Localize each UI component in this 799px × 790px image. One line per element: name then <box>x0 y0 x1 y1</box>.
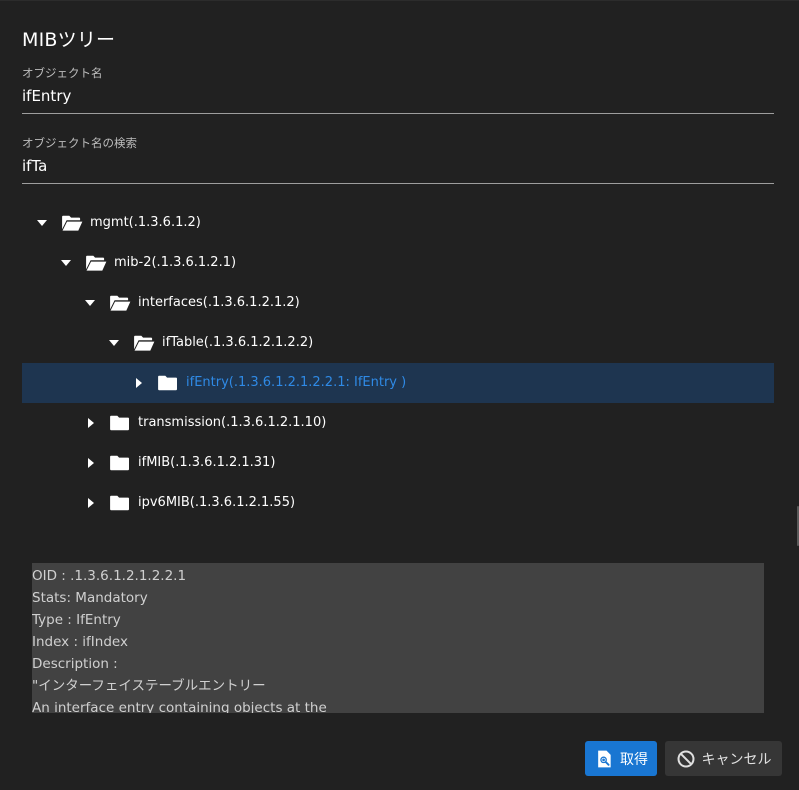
tree-node-transmission[interactable]: transmission(.1.3.6.1.2.1.10) <box>22 403 774 443</box>
collapse-toggle-icon[interactable] <box>35 216 49 230</box>
folder-open-icon <box>86 255 107 271</box>
object-name-input[interactable] <box>22 85 774 114</box>
info-line-description-en: An interface entry containing objects at… <box>32 700 327 713</box>
info-line-stats: Stats: Mandatory <box>32 590 148 606</box>
folder-open-icon <box>134 335 155 351</box>
mib-tree-dialog: MIBツリー オブジェクト名 オブジェクト名の検索 mgmt(.1.3.6.1.… <box>0 0 799 790</box>
get-button-label: 取得 <box>620 751 648 768</box>
expand-toggle-icon[interactable] <box>132 376 146 390</box>
object-search-field: オブジェクト名の検索 <box>22 135 774 184</box>
folder-open-icon <box>62 215 83 231</box>
tree-node-label: mgmt(.1.3.6.1.2) <box>90 215 201 230</box>
tree-node-label: ifTable(.1.3.6.1.2.1.2.2) <box>162 335 314 350</box>
tree-node-mib-2[interactable]: mib-2(.1.3.6.1.2.1) <box>22 243 774 283</box>
collapse-toggle-icon[interactable] <box>59 256 73 270</box>
tree-node-ifentry[interactable]: ifEntry(.1.3.6.1.2.1.2.2.1: IfEntry ) <box>22 363 774 403</box>
tree-node-ipv6mib[interactable]: ipv6MIB(.1.3.6.1.2.1.55) <box>22 483 774 523</box>
mib-tree: mgmt(.1.3.6.1.2) mib-2(.1.3.6.1.2.1) int… <box>22 203 774 523</box>
collapse-toggle-icon[interactable] <box>107 336 121 350</box>
tree-node-ifmib[interactable]: ifMIB(.1.3.6.1.2.1.31) <box>22 443 774 483</box>
info-line-index: Index : ifIndex <box>32 634 128 650</box>
tree-node-mgmt[interactable]: mgmt(.1.3.6.1.2) <box>22 203 774 243</box>
info-line-oid: OID : .1.3.6.1.2.1.2.2.1 <box>32 568 187 584</box>
tree-node-label: mib-2(.1.3.6.1.2.1) <box>114 255 237 270</box>
object-info-panel[interactable]: OID : .1.3.6.1.2.1.2.2.1 Stats: Mandator… <box>32 563 764 713</box>
dialog-title: MIBツリー <box>22 29 116 51</box>
tree-node-label: ipv6MIB(.1.3.6.1.2.1.55) <box>138 495 296 510</box>
info-line-type: Type : IfEntry <box>32 612 121 628</box>
cancel-button-label: キャンセル <box>701 751 772 768</box>
tree-node-interfaces[interactable]: interfaces(.1.3.6.1.2.1.2) <box>22 283 774 323</box>
tree-node-label: interfaces(.1.3.6.1.2.1.2) <box>138 295 300 310</box>
tree-node-label: ifMIB(.1.3.6.1.2.1.31) <box>138 455 276 470</box>
folder-icon <box>110 455 129 471</box>
cancel-icon <box>677 750 694 767</box>
expand-toggle-icon[interactable] <box>84 416 98 430</box>
info-line-description-ja: "インターフェイステーブルエントリー <box>32 678 266 694</box>
cancel-button[interactable]: キャンセル <box>665 741 782 776</box>
tree-node-label: transmission(.1.3.6.1.2.1.10) <box>138 415 327 430</box>
object-name-field: オブジェクト名 <box>22 65 774 114</box>
object-name-label: オブジェクト名 <box>22 66 103 80</box>
object-search-input[interactable] <box>22 155 774 184</box>
expand-toggle-icon[interactable] <box>84 496 98 510</box>
info-line-description-label: Description : <box>32 656 118 672</box>
tree-node-iftable[interactable]: ifTable(.1.3.6.1.2.1.2.2) <box>22 323 774 363</box>
folder-icon <box>158 375 177 391</box>
folder-open-icon <box>110 295 131 311</box>
tree-node-label: ifEntry(.1.3.6.1.2.1.2.2.1: IfEntry ) <box>186 375 407 390</box>
expand-toggle-icon[interactable] <box>84 456 98 470</box>
collapse-toggle-icon[interactable] <box>83 296 97 310</box>
get-button[interactable]: 取得 <box>585 741 657 776</box>
document-search-icon <box>598 750 611 767</box>
object-search-label: オブジェクト名の検索 <box>22 136 137 150</box>
folder-icon <box>110 495 129 511</box>
folder-icon <box>110 415 129 431</box>
